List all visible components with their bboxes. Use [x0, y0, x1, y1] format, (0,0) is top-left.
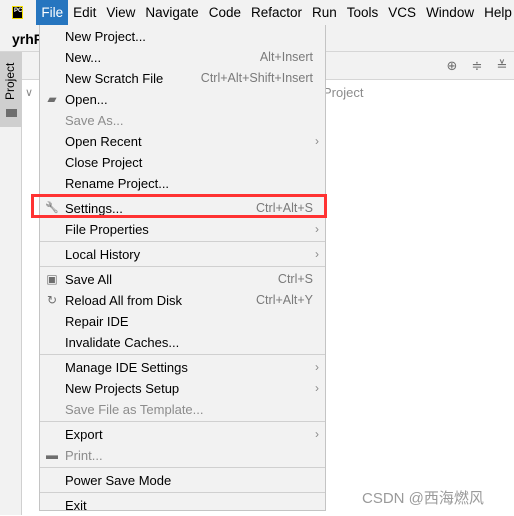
collapse-all-icon[interactable]: ≚: [495, 59, 509, 73]
print-icon: ▬: [46, 448, 58, 462]
menu-item-label: Local History: [65, 247, 141, 262]
menu-item-label: New Project...: [65, 29, 146, 44]
expand-all-icon[interactable]: ≑: [470, 59, 484, 73]
menu-item-label: File Properties: [65, 222, 149, 237]
menu-item-save-as: Save As...: [40, 110, 325, 131]
shortcut-label: Ctrl+Alt+Y: [256, 293, 313, 307]
menu-item-repair-ide[interactable]: Repair IDE: [40, 311, 325, 332]
chevron-right-icon: ›: [315, 134, 319, 148]
menu-item-label: Exit: [65, 498, 87, 513]
menu-view[interactable]: View: [101, 0, 140, 25]
menu-item-label: Close Project: [65, 155, 143, 170]
project-tab-label: Project: [3, 62, 17, 100]
menu-item-label: Settings...: [65, 201, 123, 216]
menu-item-label: Repair IDE: [65, 314, 129, 329]
menu-item-power-save-mode[interactable]: Power Save Mode: [40, 470, 325, 491]
folder-open-icon: ▰: [47, 92, 57, 106]
menu-item-manage-ide-settings[interactable]: Manage IDE Settings ›: [40, 357, 325, 378]
menu-item-new-projects-setup[interactable]: New Projects Setup ›: [40, 378, 325, 399]
shortcut-label: Ctrl+Alt+S: [256, 201, 313, 215]
menu-item-label: Open...: [65, 92, 108, 107]
reload-icon: ↻: [46, 293, 58, 307]
chevron-down-icon[interactable]: ∨: [25, 86, 33, 99]
menu-item-save-all[interactable]: ▣ Save All Ctrl+S: [40, 269, 325, 290]
menu-item-invalidate-caches[interactable]: Invalidate Caches...: [40, 332, 325, 353]
shortcut-label: Alt+Insert: [259, 50, 313, 64]
tool-window-strip: Project: [0, 52, 22, 515]
menu-bar: PC File Edit View Navigate Code Refactor…: [0, 0, 514, 25]
menu-item-open[interactable]: ▰ Open...: [40, 89, 325, 110]
pycharm-logo: PC: [12, 6, 24, 19]
menu-edit[interactable]: Edit: [68, 0, 101, 25]
menu-item-file-properties[interactable]: File Properties ›: [40, 219, 325, 240]
menu-item-label: Export: [65, 427, 103, 442]
watermark: CSDN @西海燃风: [362, 490, 484, 507]
menu-item-label: Invalidate Caches...: [65, 335, 180, 350]
menu-item-close-project[interactable]: Close Project: [40, 152, 325, 173]
menu-item-label: Save As...: [65, 113, 124, 128]
save-icon: ▣: [46, 272, 58, 286]
menu-item-save-file-as-template: Save File as Template...: [40, 399, 325, 420]
menu-item-label: Save File as Template...: [65, 402, 204, 417]
menu-item-new-project[interactable]: New Project...: [40, 26, 325, 47]
menu-item-label: Manage IDE Settings: [65, 360, 188, 375]
menu-item-export[interactable]: Export ›: [40, 424, 325, 445]
menu-item-open-recent[interactable]: Open Recent ›: [40, 131, 325, 152]
menu-item-label: Power Save Mode: [65, 473, 172, 488]
chevron-right-icon: ›: [315, 247, 319, 261]
wrench-icon: 🔧: [45, 202, 59, 214]
menu-code[interactable]: Code: [204, 0, 246, 25]
chevron-right-icon: ›: [315, 427, 319, 441]
menu-item-label: New Scratch File: [65, 71, 164, 86]
menu-item-local-history[interactable]: Local History ›: [40, 244, 325, 265]
shortcut-label: Ctrl+Alt+Shift+Insert: [200, 71, 313, 85]
chevron-right-icon: ›: [315, 360, 319, 374]
menu-item-label: Rename Project...: [65, 176, 170, 191]
menu-help[interactable]: Help: [479, 0, 514, 25]
menu-item-exit[interactable]: Exit: [40, 495, 325, 516]
menu-item-label: Save All: [65, 272, 112, 287]
menu-refactor[interactable]: Refactor: [246, 0, 307, 25]
menu-item-label: New...: [65, 50, 102, 65]
menu-item-label: Print...: [65, 448, 103, 463]
menu-navigate[interactable]: Navigate: [140, 0, 203, 25]
file-menu: New Project... New... Alt+Insert New Scratc…: [39, 25, 326, 513]
menu-item-print: ▬ Print...: [40, 445, 325, 466]
menu-item-reload-all-from-disk[interactable]: ↻ Reload All from Disk Ctrl+Alt+Y: [40, 290, 325, 311]
menu-item-label: Reload All from Disk: [65, 293, 183, 308]
chevron-right-icon: ›: [315, 381, 319, 395]
menu-window[interactable]: Window: [421, 0, 479, 25]
menu-tools[interactable]: Tools: [342, 0, 384, 25]
shortcut-label: Ctrl+S: [277, 272, 313, 286]
project-tool-tab[interactable]: Project: [0, 52, 22, 127]
menu-item-label: New Projects Setup: [65, 381, 180, 396]
menu-item-rename-project[interactable]: Rename Project...: [40, 173, 325, 194]
folder-icon: [6, 109, 17, 117]
menu-item-settings[interactable]: 🔧 Settings... Ctrl+Alt+S: [40, 198, 325, 219]
menu-item-new[interactable]: New... Alt+Insert: [40, 47, 325, 68]
menu-vcs[interactable]: VCS: [383, 0, 421, 25]
chevron-right-icon: ›: [315, 222, 319, 236]
menu-item-label: Open Recent: [65, 134, 142, 149]
project-tree-root[interactable]: Project: [323, 85, 363, 100]
menu-run[interactable]: Run: [307, 0, 342, 25]
menu-item-new-scratch-file[interactable]: New Scratch File Ctrl+Alt+Shift+Insert: [40, 68, 325, 89]
menu-file[interactable]: File: [36, 0, 69, 25]
locate-icon[interactable]: ⊕: [445, 59, 459, 73]
